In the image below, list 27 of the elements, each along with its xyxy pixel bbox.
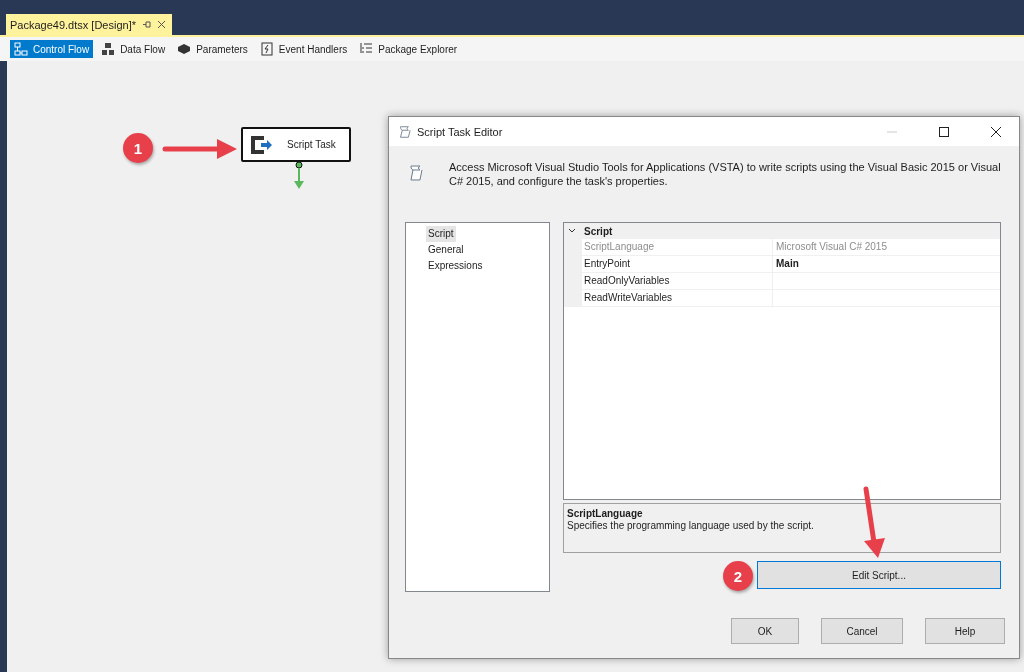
property-name: ScriptLanguage bbox=[582, 239, 773, 255]
script-task-node[interactable]: Script Task bbox=[241, 127, 351, 162]
document-tab[interactable]: Package49.dtsx [Design]* bbox=[6, 14, 172, 35]
designer-tab[interactable]: Parameters bbox=[173, 40, 252, 58]
designer-tab[interactable]: Control Flow bbox=[10, 40, 94, 58]
designer-tab[interactable]: Event Handlers bbox=[255, 40, 352, 58]
category-row[interactable]: Script bbox=[564, 223, 1000, 239]
page-item[interactable]: Script bbox=[426, 226, 456, 242]
dialog-button[interactable]: Cancel bbox=[821, 618, 903, 644]
edit-script-button[interactable]: Edit Script... bbox=[757, 561, 1001, 589]
document-title: Package49.dtsx [Design]* bbox=[10, 18, 136, 31]
page-item[interactable]: Expressions bbox=[426, 258, 485, 274]
designer-tab[interactable]: Package Explorer bbox=[355, 40, 462, 58]
property-name: ReadOnlyVariables bbox=[582, 273, 773, 289]
step-badge: 1 bbox=[123, 133, 153, 163]
designer-tab[interactable]: Data Flow bbox=[97, 40, 170, 58]
dialog-button[interactable]: Help bbox=[925, 618, 1005, 644]
property-name: ReadWriteVariables bbox=[582, 290, 773, 306]
help-text: Specifies the programming language used by the script. bbox=[567, 520, 815, 531]
property-value[interactable]: Main bbox=[773, 256, 799, 272]
window-title: Script Task Editor bbox=[417, 125, 504, 138]
help-title: ScriptLanguage bbox=[567, 507, 644, 520]
property-name: EntryPoint bbox=[582, 256, 773, 272]
task-label: Script Task bbox=[287, 139, 336, 150]
dialog-button[interactable]: OK bbox=[731, 618, 799, 644]
page-item[interactable]: General bbox=[426, 242, 466, 258]
description-text: Access Microsoft Visual Studio Tools for Applications (VSTA) to write scripts using the Visual Basic 2015 or Visual C# 2015, and configure the task's properties. bbox=[448, 160, 1002, 189]
